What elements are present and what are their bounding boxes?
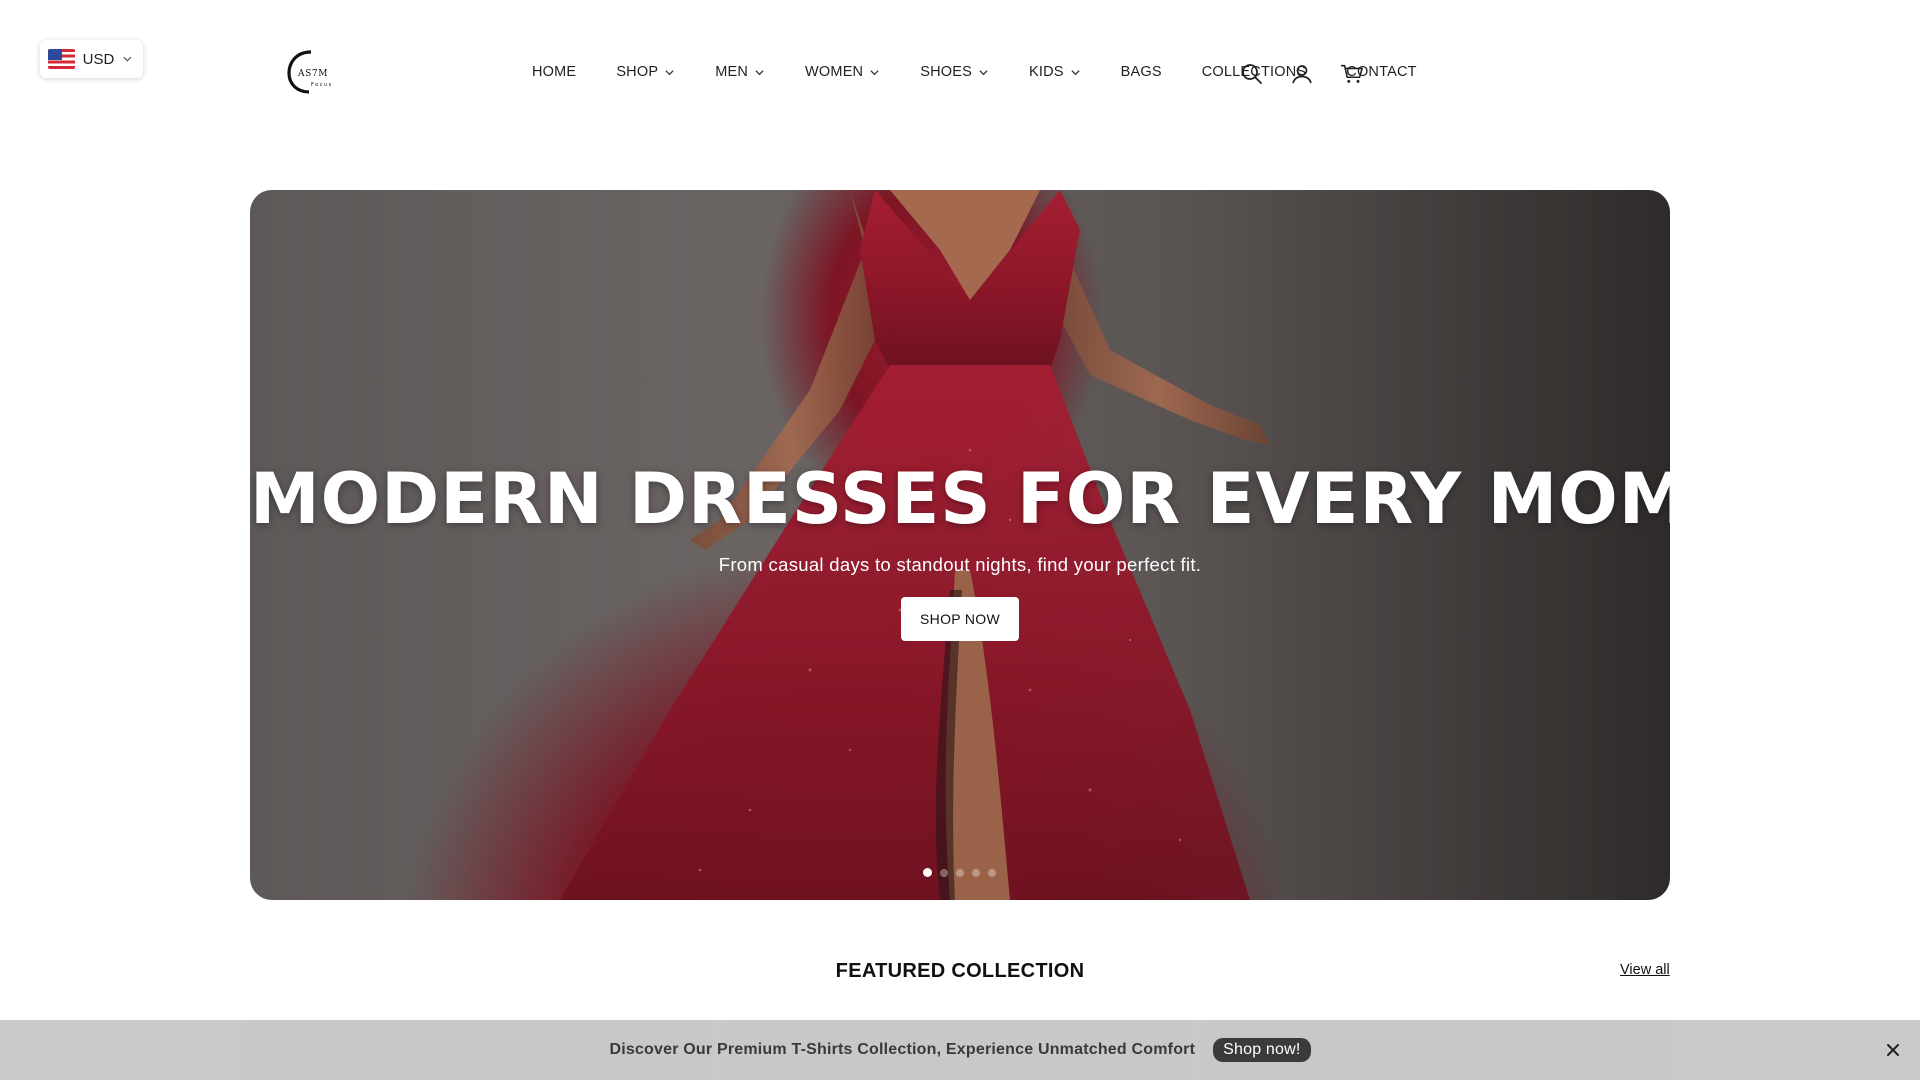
us-flag-icon <box>48 49 75 69</box>
nav-item-shoes[interactable]: SHOES <box>920 64 989 80</box>
header-actions <box>1240 62 1364 86</box>
slide-dot[interactable] <box>956 868 964 877</box>
slide-dot[interactable] <box>988 868 996 877</box>
view-all-link[interactable]: View all <box>1620 962 1670 978</box>
nav-item-label: WOMEN <box>805 64 864 80</box>
nav-item-women[interactable]: WOMEN <box>805 64 880 80</box>
svg-text:AS7M: AS7M <box>297 69 328 79</box>
announcement-text: Discover Our Premium T-Shirts Collection… <box>609 1041 1196 1058</box>
chevron-down-icon <box>665 69 674 75</box>
chevron-down-icon <box>979 69 988 75</box>
nav-item-kids[interactable]: KIDS <box>1029 64 1081 80</box>
cart-icon[interactable] <box>1340 62 1364 86</box>
slide-dot[interactable] <box>923 868 932 877</box>
nav-item-bags[interactable]: BAGS <box>1121 64 1162 80</box>
slide-indicators <box>923 868 996 877</box>
hero-banner: MODERN DRESSES FOR EVERY MOMENT From cas… <box>250 190 1670 900</box>
hero-subtitle: From casual days to standout nights, fin… <box>718 554 1202 575</box>
announcement-bar: Discover Our Premium T-Shirts Collection… <box>0 1020 1920 1080</box>
shop-now-button[interactable]: SHOP NOW <box>901 597 1019 641</box>
nav-item-label: HOME <box>532 64 577 80</box>
nav-item-label: SHOES <box>920 64 972 80</box>
nav-item-home[interactable]: HOME <box>532 64 576 80</box>
nav-item-men[interactable]: MEN <box>715 64 765 80</box>
chevron-down-icon <box>870 69 879 75</box>
close-icon[interactable] <box>1884 1041 1902 1059</box>
nav-item-label: BAGS <box>1120 64 1162 80</box>
nav-item-label: KIDS <box>1029 64 1064 80</box>
currency-code: USD <box>82 50 115 68</box>
search-icon[interactable] <box>1240 62 1264 86</box>
nav-item-label: SHOP <box>616 64 659 80</box>
svg-text:Focus: Focus <box>311 82 333 88</box>
announcement-shop-button[interactable]: Shop now! <box>1213 1038 1311 1062</box>
account-icon[interactable] <box>1290 62 1314 86</box>
site-logo[interactable]: AS7M Focus <box>285 46 341 96</box>
hero-image <box>560 190 1270 900</box>
slide-dot[interactable] <box>972 868 980 877</box>
hero-title: MODERN DRESSES FOR EVERY MOMENT <box>250 458 1670 540</box>
chevron-down-icon <box>123 56 132 62</box>
slide-dot[interactable] <box>940 868 948 877</box>
chevron-down-icon <box>1071 69 1080 75</box>
currency-selector[interactable]: USD <box>40 40 143 78</box>
nav-item-label: MEN <box>715 64 749 80</box>
nav-item-shop[interactable]: SHOP <box>616 64 675 80</box>
chevron-down-icon <box>755 69 764 75</box>
